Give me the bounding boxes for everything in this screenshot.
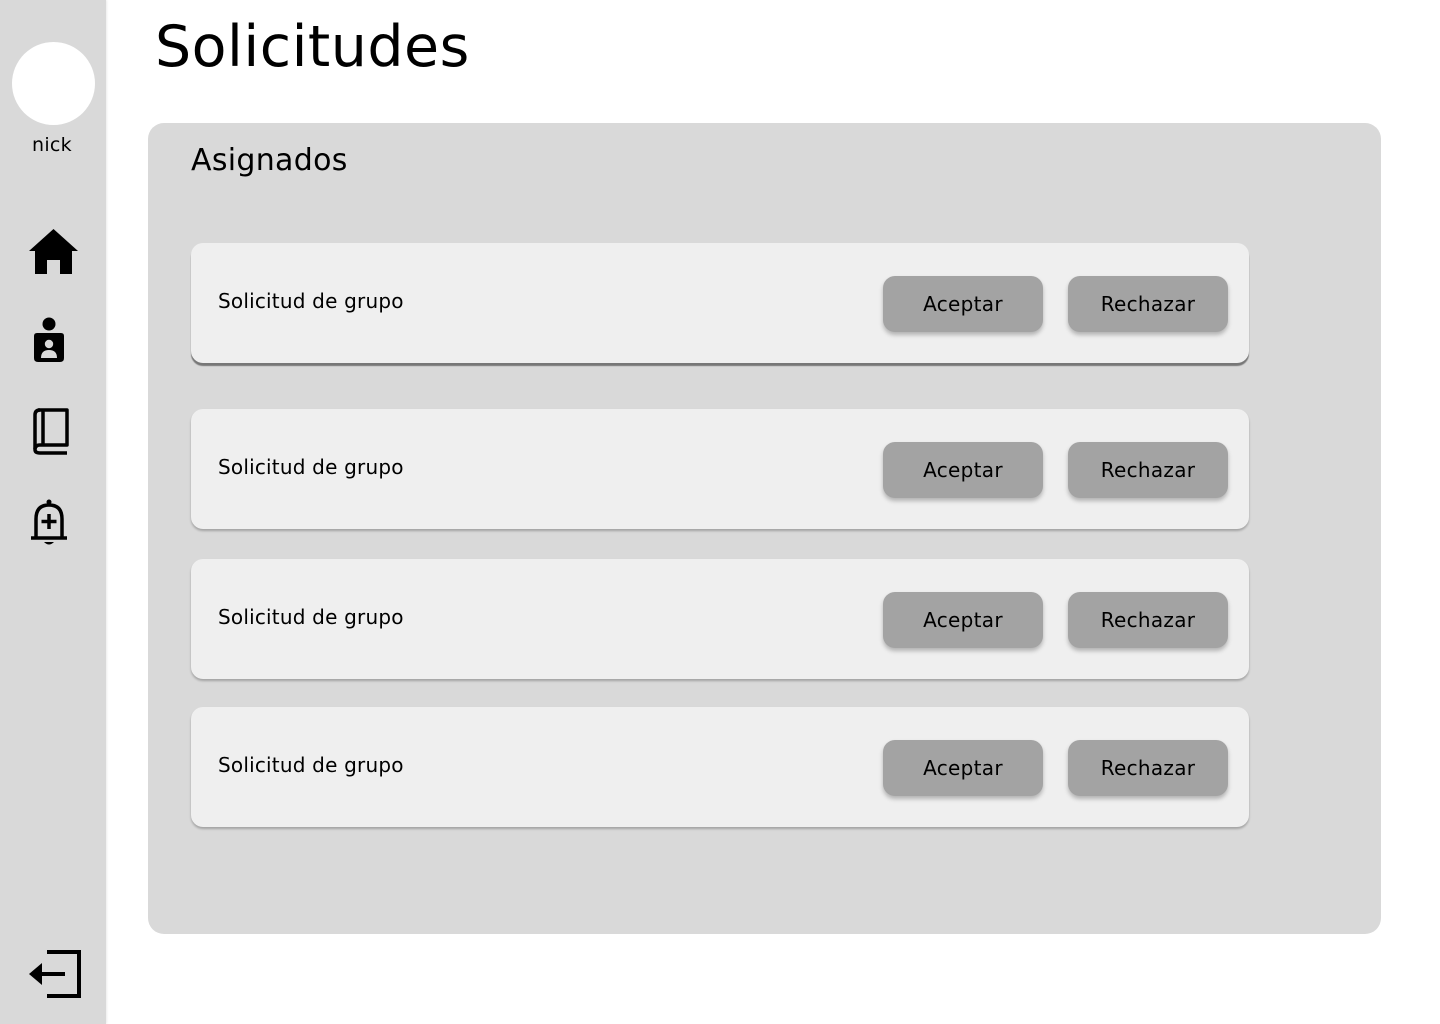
reject-button[interactable]: Rechazar bbox=[1068, 276, 1228, 332]
user-badge-icon[interactable] bbox=[33, 317, 65, 363]
reject-button[interactable]: Rechazar bbox=[1068, 442, 1228, 498]
avatar[interactable] bbox=[12, 42, 95, 125]
home-icon[interactable] bbox=[27, 227, 80, 275]
request-label: Solicitud de grupo bbox=[218, 455, 404, 479]
username-label: nick bbox=[32, 134, 72, 156]
request-card: Solicitud de grupo Aceptar Rechazar bbox=[191, 559, 1249, 679]
accept-button[interactable]: Aceptar bbox=[883, 442, 1043, 498]
request-card: Solicitud de grupo Aceptar Rechazar bbox=[191, 243, 1249, 363]
request-card: Solicitud de grupo Aceptar Rechazar bbox=[191, 409, 1249, 529]
request-label: Solicitud de grupo bbox=[218, 289, 404, 313]
book-icon[interactable] bbox=[31, 408, 69, 455]
reject-button[interactable]: Rechazar bbox=[1068, 592, 1228, 648]
request-label: Solicitud de grupo bbox=[218, 605, 404, 629]
accept-button[interactable]: Aceptar bbox=[883, 276, 1043, 332]
logout-icon[interactable] bbox=[27, 950, 82, 998]
accept-button[interactable]: Aceptar bbox=[883, 740, 1043, 796]
request-label: Solicitud de grupo bbox=[218, 753, 404, 777]
bell-add-icon[interactable] bbox=[30, 499, 68, 547]
request-card: Solicitud de grupo Aceptar Rechazar bbox=[191, 707, 1249, 827]
reject-button[interactable]: Rechazar bbox=[1068, 740, 1228, 796]
requests-panel: Asignados Solicitud de grupo Aceptar Rec… bbox=[148, 123, 1381, 934]
sidebar: nick bbox=[0, 0, 106, 1024]
page-title: Solicitudes bbox=[155, 14, 470, 80]
accept-button[interactable]: Aceptar bbox=[883, 592, 1043, 648]
panel-title: Asignados bbox=[191, 143, 348, 178]
